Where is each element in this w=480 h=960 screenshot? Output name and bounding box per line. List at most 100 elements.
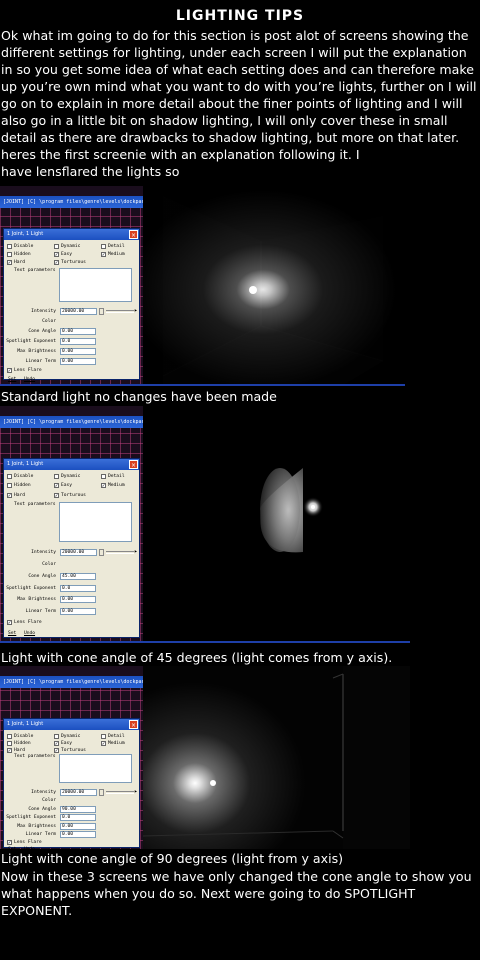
checkbox-dynamic[interactable]: Dynamic (54, 474, 80, 479)
checkbox-box[interactable] (54, 474, 59, 479)
text-parameters-area[interactable] (59, 502, 132, 543)
checkbox-box[interactable]: ✓ (101, 252, 106, 258)
checkbox-hard[interactable]: ✓ Hard (7, 492, 25, 498)
checkbox-label: Dynamic (61, 734, 81, 739)
checkbox-hidden[interactable]: Hidden (7, 252, 31, 257)
checkbox-hidden[interactable]: Hidden (7, 740, 31, 746)
checkbox-torturous[interactable]: ✓ Torturous (54, 492, 86, 498)
spotlight-exponent-field[interactable]: 0.0 (60, 584, 96, 592)
intensity-spin-button[interactable] (99, 549, 104, 557)
undo-button[interactable]: Undo (24, 847, 35, 849)
color-label: Color (42, 319, 56, 324)
checkbox-easy[interactable]: ✓ Easy (54, 483, 72, 489)
caption-cone-90: Light with cone angle of 90 degrees (lig… (1, 851, 344, 866)
checkbox-box[interactable] (101, 734, 106, 739)
checkbox-box[interactable] (7, 740, 12, 746)
intensity-label: Intensity (31, 309, 56, 314)
intensity-slider[interactable] (106, 310, 134, 313)
checkbox-hard[interactable]: ✓ Hard (7, 260, 25, 266)
cone-angle-field[interactable]: 90.00 (60, 805, 96, 813)
checkbox-detail[interactable]: Detail (101, 474, 125, 479)
undo-button[interactable]: Undo (24, 377, 35, 382)
checkbox-box[interactable]: ✓ (7, 619, 12, 625)
max-brightness-field[interactable]: 0.00 (60, 596, 96, 604)
spotlight-exponent-field[interactable]: 0.0 (60, 814, 96, 822)
checkbox-box[interactable]: ✓ (54, 492, 59, 498)
checkbox-box[interactable] (7, 734, 12, 739)
checkbox-box[interactable]: ✓ (54, 747, 59, 753)
close-icon[interactable]: × (129, 720, 138, 729)
checkbox-box[interactable]: ✓ (101, 483, 106, 489)
spotlight-exponent-field[interactable]: 0.0 (60, 338, 96, 345)
checkbox-dynamic[interactable]: Dynamic (54, 244, 80, 249)
checkbox-detail[interactable]: Detail (101, 734, 125, 739)
spotlight-exponent-label: Spotlight Exponent (6, 339, 56, 344)
checkbox-lens-flare[interactable]: ✓ Lens Flare (7, 839, 42, 845)
checkbox-label: Easy (61, 740, 73, 746)
page-title: Lighting Tips (175, 8, 305, 24)
editor-titlebar: [JOINT] [C] \program files\genre\levels\… (0, 196, 143, 208)
set-button[interactable]: Set (8, 847, 16, 849)
checkbox-box[interactable]: ✓ (7, 260, 12, 266)
checkbox-box[interactable] (54, 734, 59, 739)
checkbox-torturous[interactable]: ✓ Torturous (54, 260, 86, 266)
checkbox-lens-flare[interactable]: ✓ Lens Flare (7, 368, 42, 374)
checkbox-disable[interactable]: Disable (7, 244, 33, 249)
slider-arrow-icon[interactable]: ▸ (134, 548, 138, 555)
checkbox-disable[interactable]: Disable (7, 474, 33, 479)
checkbox-lens-flare[interactable]: ✓ Lens Flare (7, 619, 42, 625)
close-icon[interactable]: × (129, 230, 138, 239)
checkbox-easy[interactable]: ✓ Easy (54, 740, 73, 746)
checkbox-torturous[interactable]: ✓ Torturous (54, 747, 86, 753)
intensity-spin-button[interactable] (99, 308, 104, 315)
close-icon[interactable]: × (129, 460, 138, 469)
intensity-field[interactable]: 20000.00 (60, 308, 97, 315)
text-parameters-area[interactable] (59, 268, 132, 302)
linear-term-field[interactable]: 0.00 (60, 358, 96, 365)
checkbox-box[interactable] (54, 244, 59, 249)
checkbox-box[interactable]: ✓ (7, 839, 12, 845)
checkbox-box[interactable]: ✓ (101, 740, 106, 746)
set-button[interactable]: Set (8, 377, 16, 382)
checkbox-easy[interactable]: ✓ Easy (54, 252, 72, 258)
checkbox-box[interactable]: ✓ (54, 252, 59, 258)
undo-button[interactable]: Undo (24, 631, 35, 636)
checkbox-disable[interactable]: Disable (7, 734, 33, 739)
checkbox-detail[interactable]: Detail (101, 244, 125, 249)
checkbox-box[interactable]: ✓ (54, 260, 59, 266)
cone-angle-field[interactable]: 0.00 (60, 328, 96, 335)
checkbox-box[interactable] (101, 244, 106, 249)
max-brightness-field[interactable]: 0.00 (60, 822, 96, 830)
cone-angle-field[interactable]: 45.00 (60, 572, 96, 580)
checkbox-box[interactable] (7, 244, 12, 249)
intensity-spin-button[interactable] (99, 788, 104, 796)
checkbox-medium[interactable]: ✓ Medium (101, 252, 125, 258)
slider-arrow-icon[interactable]: ▸ (134, 788, 138, 795)
intensity-field[interactable]: 20000.00 (60, 549, 97, 557)
linear-term-field[interactable]: 0.00 (60, 831, 96, 839)
intensity-slider[interactable] (106, 790, 134, 794)
text-parameters-label: Text parameters (14, 754, 56, 760)
checkbox-dynamic[interactable]: Dynamic (54, 734, 80, 739)
slider-arrow-icon[interactable]: ▸ (134, 307, 138, 314)
checkbox-box[interactable]: ✓ (54, 740, 59, 746)
checkbox-box[interactable] (7, 483, 12, 489)
checkbox-medium[interactable]: ✓ Medium (101, 483, 125, 489)
text-parameters-area[interactable] (59, 754, 132, 784)
intensity-field[interactable]: 20000.00 (60, 788, 97, 796)
checkbox-box[interactable]: ✓ (7, 747, 12, 753)
checkbox-hard[interactable]: ✓ Hard (7, 747, 25, 753)
intensity-slider[interactable] (106, 551, 134, 555)
checkbox-label: Torturous (61, 260, 86, 265)
linear-term-field[interactable]: 0.00 (60, 608, 96, 616)
checkbox-box[interactable] (101, 474, 106, 479)
checkbox-box[interactable] (7, 252, 12, 257)
checkbox-box[interactable]: ✓ (7, 492, 12, 498)
checkbox-medium[interactable]: ✓ Medium (101, 740, 125, 746)
checkbox-box[interactable]: ✓ (54, 483, 59, 489)
max-brightness-field[interactable]: 0.00 (60, 348, 96, 355)
set-button[interactable]: Set (8, 631, 16, 636)
checkbox-hidden[interactable]: Hidden (7, 483, 31, 489)
checkbox-box[interactable]: ✓ (7, 368, 12, 374)
checkbox-box[interactable] (7, 474, 12, 479)
